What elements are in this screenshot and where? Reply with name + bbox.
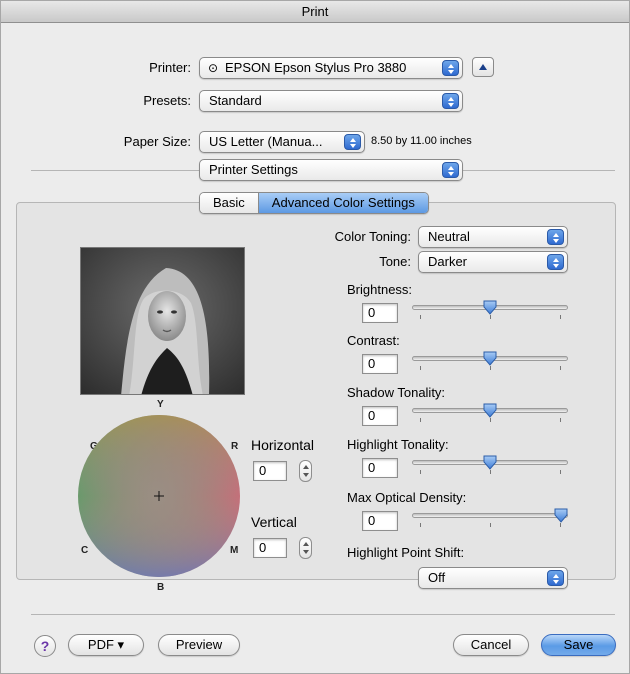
tone-popup[interactable]: Darker — [418, 251, 568, 273]
vertical-label: Vertical — [251, 514, 297, 530]
footer-separator — [31, 614, 615, 615]
slider-tick — [560, 470, 561, 474]
preview-photo — [80, 247, 245, 395]
color-wheel[interactable] — [77, 414, 241, 578]
slider-thumb[interactable] — [483, 300, 497, 315]
slider-control[interactable] — [412, 299, 568, 321]
slider-thumb[interactable] — [483, 455, 497, 470]
presets-value: Standard — [209, 93, 262, 108]
slider-tick — [420, 523, 421, 527]
pdf-menu-button[interactable]: PDF ▾ — [68, 634, 144, 656]
paper-size-value: US Letter (Manua... — [209, 134, 323, 149]
highlight-point-shift-label: Highlight Point Shift: — [347, 545, 465, 560]
printer-value: EPSON Epson Stylus Pro 3880 — [225, 60, 407, 75]
paper-size-popup[interactable]: US Letter (Manua... — [199, 131, 365, 153]
slider-label: Brightness: — [347, 282, 413, 297]
slider-thumb[interactable] — [554, 508, 568, 523]
paper-dimensions: 8.50 by 11.00 inches — [371, 135, 472, 147]
slider-label: Highlight Tonality: — [347, 437, 449, 452]
print-dialog: Print Printer: ⊙ EPSON Epson Stylus Pro … — [0, 0, 630, 674]
separator-right — [463, 170, 615, 171]
slider-value-field[interactable]: 0 — [362, 458, 398, 478]
slider-tick — [560, 523, 561, 527]
slider-tick — [490, 315, 491, 319]
popup-arrows-icon — [547, 570, 564, 586]
slider-value-field[interactable]: 0 — [362, 354, 398, 374]
vertical-field[interactable]: 0 — [253, 538, 287, 558]
slider-value-field[interactable]: 0 — [362, 406, 398, 426]
popup-arrows-icon — [442, 93, 459, 109]
presets-label: Presets: — [143, 93, 191, 108]
horizontal-label: Horizontal — [251, 437, 315, 453]
horizontal-stepper[interactable] — [299, 460, 312, 482]
slider-tick — [560, 315, 561, 319]
preview-button[interactable]: Preview — [158, 634, 240, 656]
disclosure-triangle-icon — [479, 64, 487, 70]
slider-tick — [420, 366, 421, 370]
popup-arrows-icon — [442, 60, 459, 76]
tab-basic[interactable]: Basic — [200, 193, 259, 213]
slider-label: Max Optical Density: — [347, 490, 467, 505]
network-printer-icon: ⊙ — [208, 61, 219, 75]
cancel-button[interactable]: Cancel — [453, 634, 529, 656]
slider-control[interactable] — [412, 402, 568, 424]
slider-control[interactable] — [412, 350, 568, 372]
color-toning-popup[interactable]: Neutral — [418, 226, 568, 248]
slider-value-field[interactable]: 0 — [362, 511, 398, 531]
slider-control[interactable] — [412, 454, 568, 476]
slider-tick — [560, 366, 561, 370]
tone-label: Tone: — [379, 254, 411, 269]
presets-popup[interactable]: Standard — [199, 90, 463, 112]
window-title: Print — [1, 1, 629, 23]
slider-tick — [490, 418, 491, 422]
horizontal-field[interactable]: 0 — [253, 461, 287, 481]
slider-tick — [490, 366, 491, 370]
paper-size-label: Paper Size: — [123, 134, 191, 149]
slider-tick — [490, 470, 491, 474]
printer-label: Printer: — [149, 60, 191, 75]
section-value: Printer Settings — [209, 162, 298, 177]
tab-control: Basic Advanced Color Settings — [199, 192, 429, 214]
slider-label: Shadow Tonality: — [347, 385, 446, 400]
slider-value-field[interactable]: 0 — [362, 303, 398, 323]
separator-left — [31, 170, 199, 171]
wheel-label-y: Y — [157, 399, 164, 410]
slider-tick — [420, 470, 421, 474]
popup-arrows-icon — [344, 134, 361, 150]
printer-popup[interactable]: ⊙ EPSON Epson Stylus Pro 3880 — [199, 57, 463, 79]
wheel-label-b: B — [157, 582, 165, 593]
highlight-point-shift-value: Off — [428, 570, 446, 585]
color-toning-value: Neutral — [428, 229, 470, 244]
slider-track — [412, 513, 568, 518]
disclosure-button[interactable] — [472, 57, 494, 77]
slider-tick — [560, 418, 561, 422]
slider-control[interactable] — [412, 507, 568, 529]
slider-thumb[interactable] — [483, 403, 497, 418]
slider-label: Contrast: — [347, 333, 400, 348]
popup-arrows-icon — [547, 229, 564, 245]
save-button[interactable]: Save — [541, 634, 616, 656]
popup-arrows-icon — [547, 254, 564, 270]
help-button[interactable]: ? — [34, 635, 56, 657]
section-popup[interactable]: Printer Settings — [199, 159, 463, 181]
vertical-stepper[interactable] — [299, 537, 312, 559]
popup-arrows-icon — [442, 162, 459, 178]
color-toning-label: Color Toning: — [334, 229, 411, 244]
portrait-image — [81, 248, 244, 394]
slider-thumb[interactable] — [483, 351, 497, 366]
slider-tick — [490, 523, 491, 527]
highlight-point-shift-popup[interactable]: Off — [418, 567, 568, 589]
tone-value: Darker — [428, 254, 468, 269]
tab-advanced-color-settings[interactable]: Advanced Color Settings — [258, 193, 428, 213]
slider-tick — [420, 315, 421, 319]
slider-tick — [420, 418, 421, 422]
